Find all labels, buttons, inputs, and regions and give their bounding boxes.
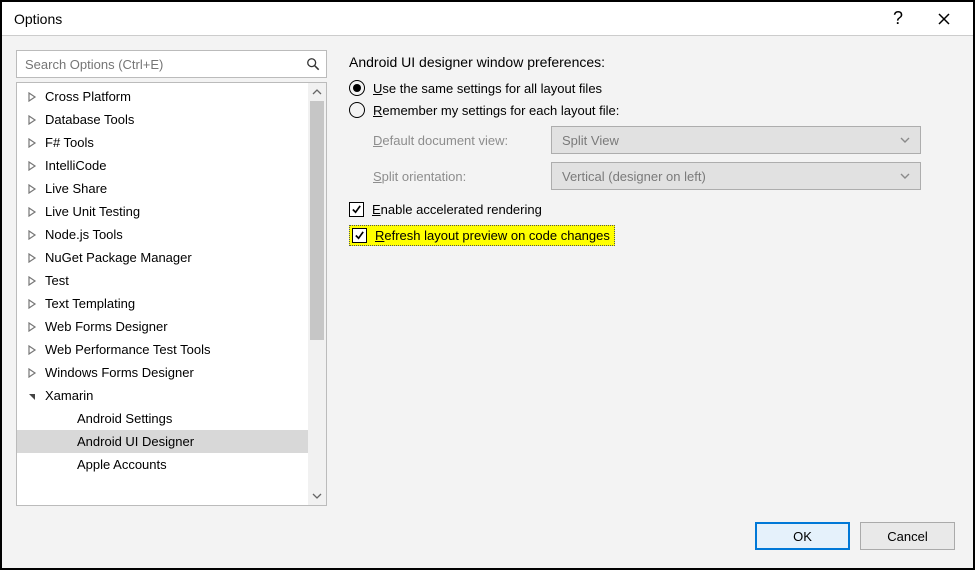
combo-value: Split View xyxy=(562,133,619,148)
tree-item[interactable]: Test xyxy=(17,269,308,292)
help-button[interactable]: ? xyxy=(875,3,921,35)
left-column: Cross Platform Database Tools F# Tools Inte… xyxy=(16,50,327,506)
tree-item-label: Database Tools xyxy=(45,112,134,127)
panel-heading: Android UI designer window preferences: xyxy=(349,54,959,70)
tree-item-label: Android Settings xyxy=(77,411,172,426)
tree-item[interactable]: Database Tools xyxy=(17,108,308,131)
tree-item-label: NuGet Package Manager xyxy=(45,250,192,265)
tree-viewport: Cross Platform Database Tools F# Tools Inte… xyxy=(17,83,326,505)
tree-item-child[interactable]: Android UI Designer xyxy=(17,430,308,453)
scrollbar-thumb[interactable] xyxy=(310,101,324,340)
scroll-down-arrow[interactable] xyxy=(308,487,326,505)
tree-item[interactable]: Live Unit Testing xyxy=(17,200,308,223)
tree-item-label: Test xyxy=(45,273,69,288)
expander-collapsed-icon[interactable] xyxy=(21,92,43,102)
tree-item-label: Apple Accounts xyxy=(77,457,167,472)
expander-collapsed-icon[interactable] xyxy=(21,299,43,309)
tree-item-label: Live Share xyxy=(45,181,107,196)
tree-item[interactable]: F# Tools xyxy=(17,131,308,154)
expander-collapsed-icon[interactable] xyxy=(21,368,43,378)
tree-item-label: Windows Forms Designer xyxy=(45,365,194,380)
split-orientation-row: Split orientation: Vertical (designer on… xyxy=(373,162,959,190)
tree-item-label: Live Unit Testing xyxy=(45,204,140,219)
tree-item[interactable]: Live Share xyxy=(17,177,308,200)
tree-item-child[interactable]: Apple Accounts xyxy=(17,453,308,476)
search-input[interactable] xyxy=(25,57,306,72)
search-box[interactable] xyxy=(16,50,327,78)
tree-item-label: Node.js Tools xyxy=(45,227,123,242)
tree-item-label: Android UI Designer xyxy=(77,434,194,449)
tree-item[interactable]: Xamarin xyxy=(17,384,308,407)
expander-collapsed-icon[interactable] xyxy=(21,345,43,355)
tree-item[interactable]: Cross Platform xyxy=(17,85,308,108)
default-document-view-row: Default document view: Split View xyxy=(373,126,959,154)
tree-item[interactable]: IntelliCode xyxy=(17,154,308,177)
refresh-layout-preview-checkbox[interactable]: Refresh layout preview on code changes xyxy=(349,225,615,246)
radio-label: Remember my settings for each layout fil… xyxy=(373,103,619,118)
chevron-down-icon xyxy=(900,135,910,145)
tree-item-label: Xamarin xyxy=(45,388,93,403)
combo-value: Vertical (designer on left) xyxy=(562,169,706,184)
scroll-up-arrow[interactable] xyxy=(308,83,326,101)
tree-scrollbar[interactable] xyxy=(308,83,326,505)
tree-item[interactable]: Windows Forms Designer xyxy=(17,361,308,384)
split-orientation-combo[interactable]: Vertical (designer on left) xyxy=(551,162,921,190)
tree-item-label: Web Performance Test Tools xyxy=(45,342,210,357)
tree-item[interactable]: Web Performance Test Tools xyxy=(17,338,308,361)
tree-item[interactable]: Node.js Tools xyxy=(17,223,308,246)
tree-item[interactable]: NuGet Package Manager xyxy=(17,246,308,269)
radio-indicator xyxy=(349,102,365,118)
radio-indicator xyxy=(349,80,365,96)
chevron-down-icon xyxy=(900,171,910,181)
tree-item[interactable]: Web Forms Designer xyxy=(17,315,308,338)
expander-collapsed-icon[interactable] xyxy=(21,230,43,240)
checkbox-label: Enable accelerated rendering xyxy=(372,202,542,217)
expander-collapsed-icon[interactable] xyxy=(21,207,43,217)
tree-item-label: F# Tools xyxy=(45,135,94,150)
split-orientation-label: Split orientation: xyxy=(373,169,543,184)
settings-panel: Android UI designer window preferences: … xyxy=(349,50,959,506)
dialog-footer: OK Cancel xyxy=(2,506,973,568)
radio-same-settings[interactable]: Use the same settings for all layout fil… xyxy=(349,80,959,96)
expander-collapsed-icon[interactable] xyxy=(21,322,43,332)
expander-expanded-icon[interactable] xyxy=(21,391,43,401)
checkbox-label: Refresh layout preview on code changes xyxy=(375,228,610,243)
window-title: Options xyxy=(14,11,875,27)
expander-collapsed-icon[interactable] xyxy=(21,184,43,194)
tree-item-label: Web Forms Designer xyxy=(45,319,168,334)
close-icon xyxy=(938,13,950,25)
ok-button[interactable]: OK xyxy=(755,522,850,550)
main-area: Cross Platform Database Tools F# Tools Inte… xyxy=(2,36,973,506)
close-button[interactable] xyxy=(921,3,967,35)
expander-collapsed-icon[interactable] xyxy=(21,253,43,263)
cancel-button[interactable]: Cancel xyxy=(860,522,955,550)
tree-item-label: Cross Platform xyxy=(45,89,131,104)
expander-collapsed-icon[interactable] xyxy=(21,138,43,148)
expander-collapsed-icon[interactable] xyxy=(21,161,43,171)
default-document-view-label: Default document view: xyxy=(373,133,543,148)
expander-collapsed-icon[interactable] xyxy=(21,115,43,125)
tree-item[interactable]: Text Templating xyxy=(17,292,308,315)
radio-remember-settings[interactable]: Remember my settings for each layout fil… xyxy=(349,102,959,118)
tree-item-child[interactable]: Android Settings xyxy=(17,407,308,430)
scrollbar-track[interactable] xyxy=(308,101,326,487)
search-icon xyxy=(306,57,320,71)
titlebar: Options ? xyxy=(2,2,973,36)
checkbox-indicator xyxy=(349,202,364,217)
dialog-body: Cross Platform Database Tools F# Tools Inte… xyxy=(2,36,973,568)
expander-collapsed-icon[interactable] xyxy=(21,276,43,286)
options-tree: Cross Platform Database Tools F# Tools Inte… xyxy=(16,82,327,506)
tree-item-label: Text Templating xyxy=(45,296,135,311)
checkbox-indicator xyxy=(352,228,367,243)
default-document-view-combo[interactable]: Split View xyxy=(551,126,921,154)
tree-item-label: IntelliCode xyxy=(45,158,106,173)
radio-label: Use the same settings for all layout fil… xyxy=(373,81,602,96)
enable-accelerated-rendering-checkbox[interactable]: Enable accelerated rendering xyxy=(349,202,959,217)
